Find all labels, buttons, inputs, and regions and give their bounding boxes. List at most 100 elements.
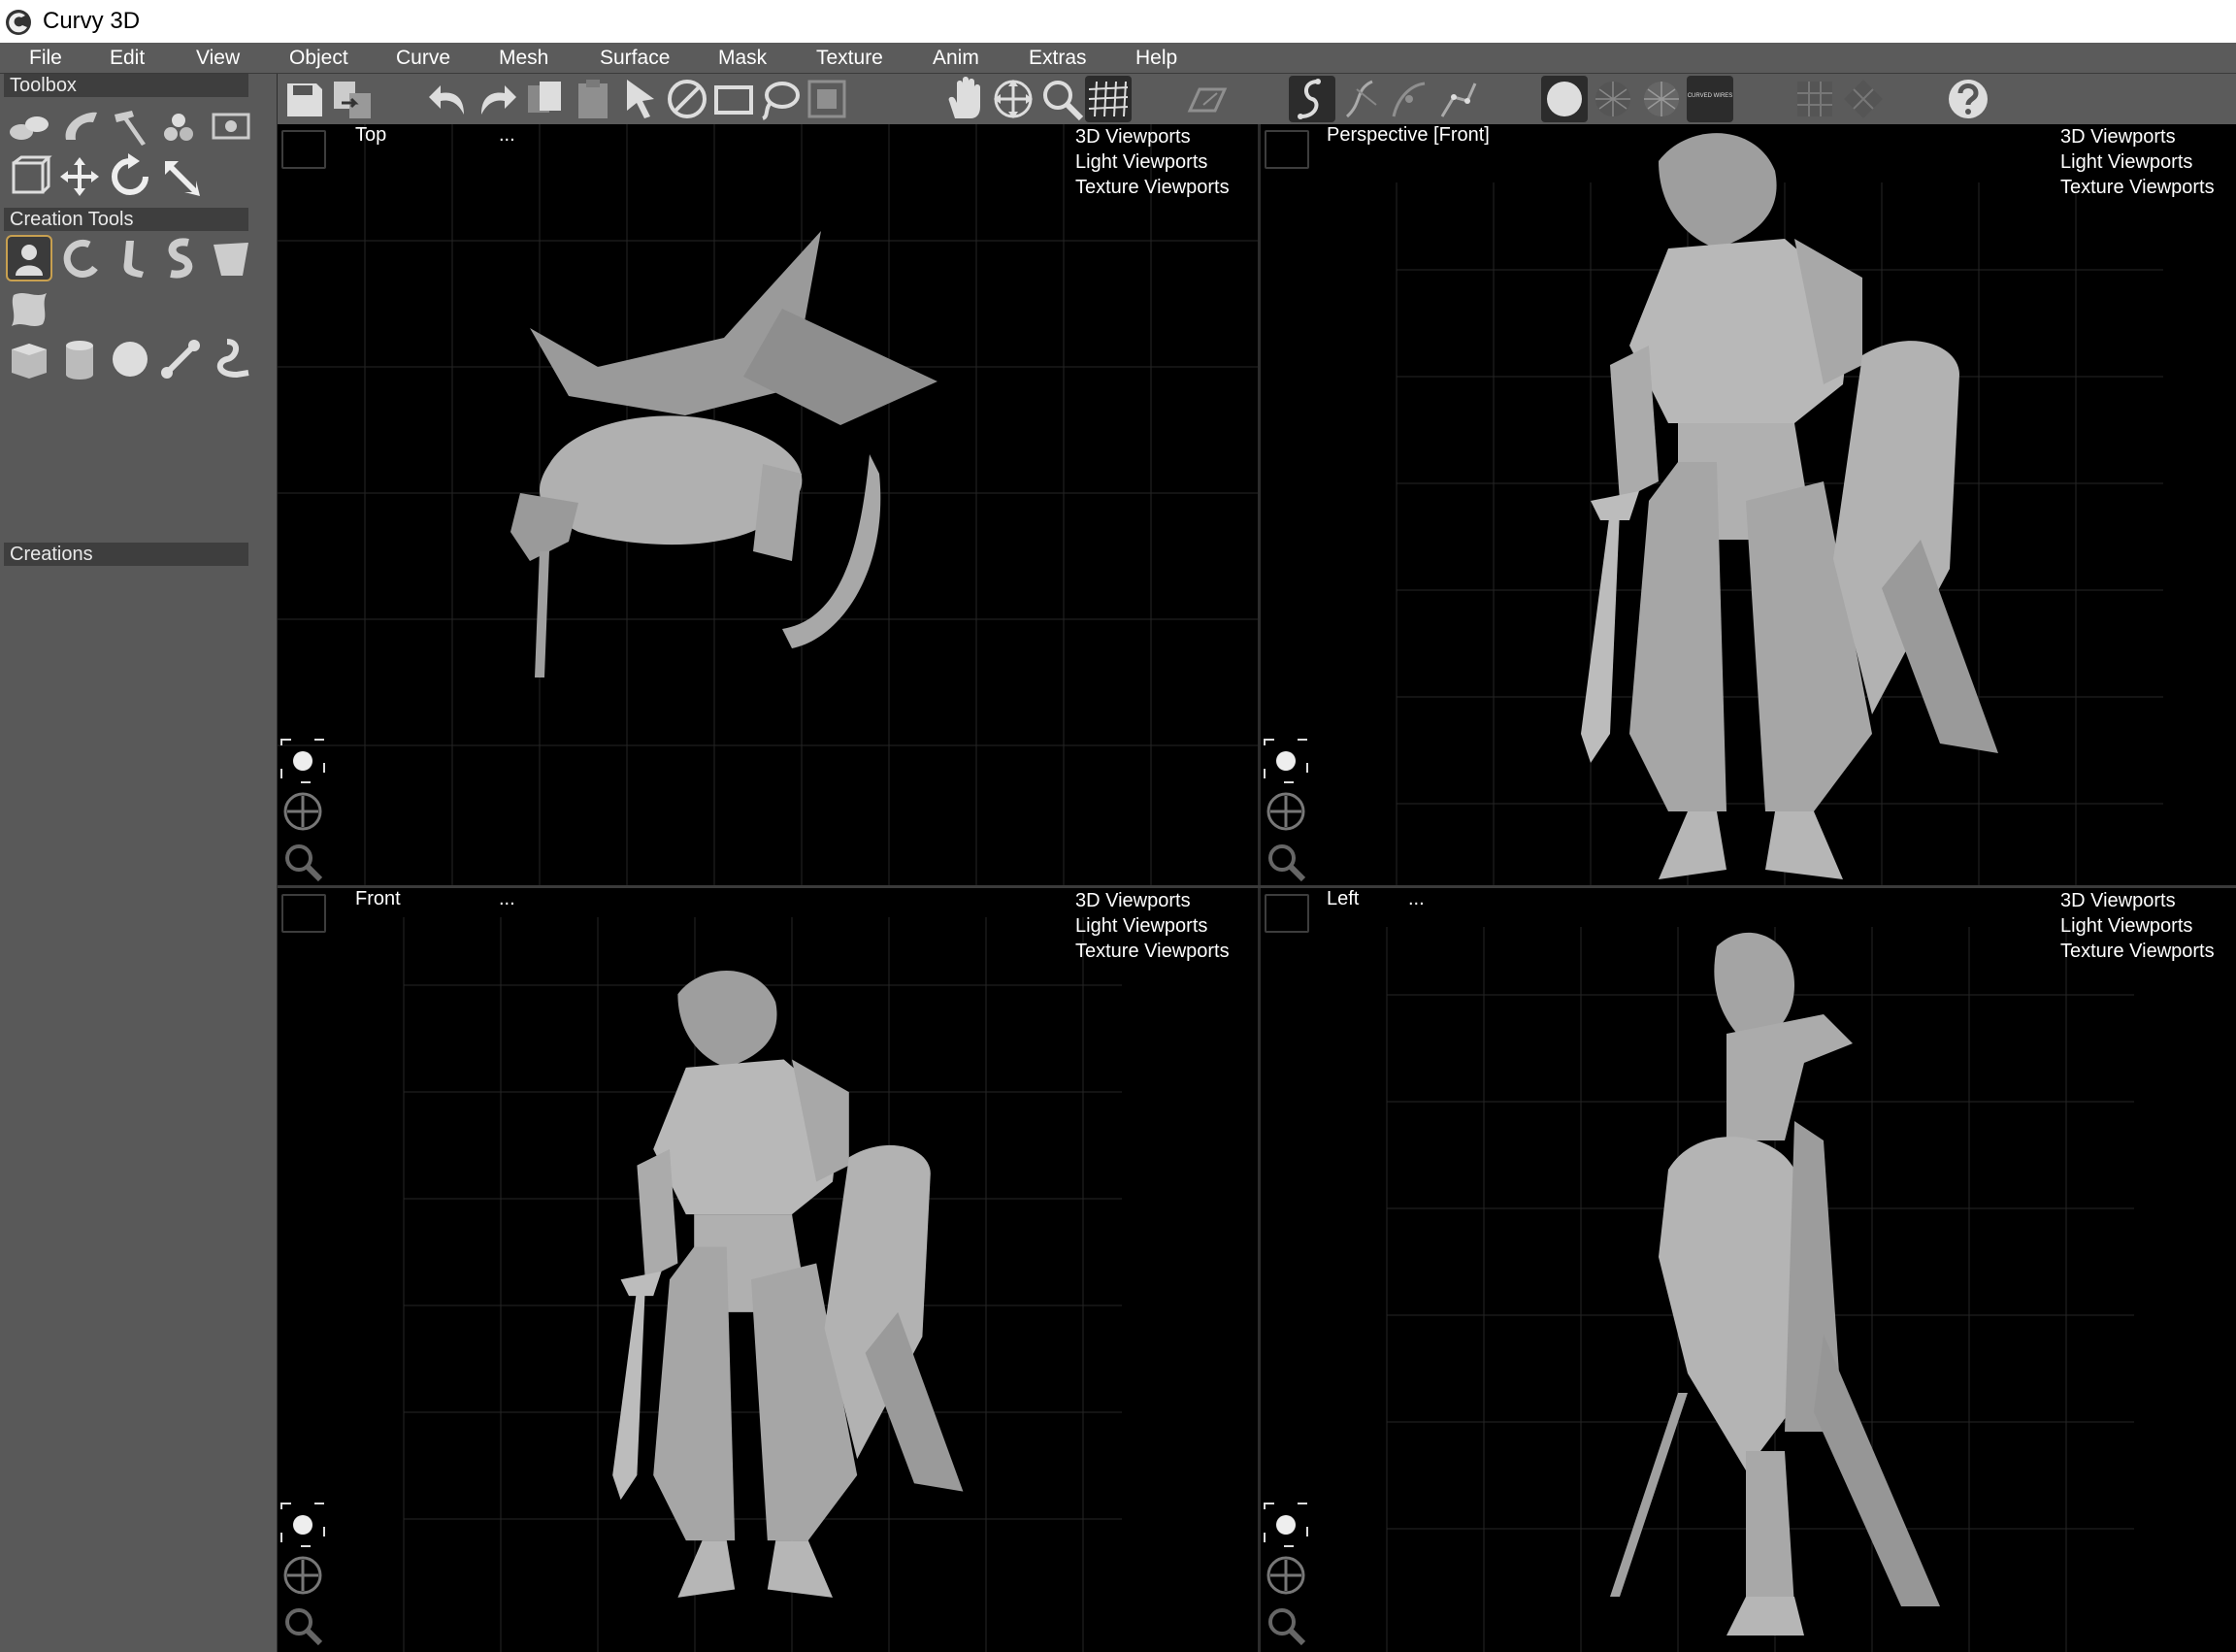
viewport-top-maximize[interactable] [281,130,326,169]
shaded-wire-mode-icon[interactable] [1638,76,1685,122]
menu-mask[interactable]: Mask [712,45,773,72]
zoom-icon[interactable] [1038,76,1085,122]
viewport-perspective[interactable]: Perspective [Front] 3D Viewports Light V… [1261,124,2236,885]
viewport-perspective-pan-icon[interactable] [1263,788,1309,835]
box-select-icon[interactable] [710,76,757,122]
viewport-left-pan-icon[interactable] [1263,1552,1309,1599]
deselect-icon[interactable] [664,76,710,122]
viewport-divider-vertical[interactable] [1258,124,1261,1652]
hammer-icon[interactable] [107,103,153,149]
tube-icon[interactable] [208,336,254,382]
select-objects-icon[interactable] [6,103,52,149]
viewport-top-light-viewports[interactable]: Light Viewports [1075,149,1230,175]
viewport-top-focus-icon[interactable] [280,738,326,784]
curve-edit-icon[interactable] [1337,76,1384,122]
character-model-front-view [612,971,964,1598]
viewport-perspective-zoom-icon[interactable] [1263,839,1309,885]
curvy-logo-icon [6,10,31,35]
sweep-tool-icon[interactable] [157,235,204,281]
viewport-left[interactable]: Left ... 3D Viewports Light Viewports Te… [1261,888,2236,1652]
wireframe-mode-icon[interactable] [1590,76,1636,122]
cylinder-icon[interactable] [56,336,103,382]
menu-curve[interactable]: Curve [390,45,456,72]
viewport-front-zoom-icon[interactable] [280,1602,326,1649]
viewport-front-texture-viewports[interactable]: Texture Viewports [1075,939,1230,964]
viewport-top-3d-viewports[interactable]: 3D Viewports [1075,124,1230,149]
plane-icon[interactable] [1184,76,1231,122]
pipe-tool-icon[interactable] [107,235,153,281]
silhouette-tool-icon[interactable] [6,235,52,281]
menu-view[interactable]: View [190,45,246,72]
curved-wires-mode-icon[interactable]: CURVED WIRES [1687,76,1733,122]
curve-split-icon[interactable] [1434,76,1481,122]
mask-select-icon[interactable] [804,76,850,122]
scale-icon[interactable] [157,153,204,200]
layout-single-icon[interactable] [1792,76,1838,122]
menu-edit[interactable]: Edit [104,45,150,72]
viewport-left-focus-icon[interactable] [1263,1502,1309,1548]
transform-box-icon[interactable] [6,153,52,200]
viewport-left-3d-viewports[interactable]: 3D Viewports [2060,888,2215,913]
undo-icon[interactable] [425,76,472,122]
viewport-top-zoom-icon[interactable] [280,839,326,885]
sphere-icon[interactable] [107,336,153,382]
export-icon[interactable] [330,76,377,122]
menu-anim[interactable]: Anim [927,45,985,72]
viewport-perspective-texture-viewports[interactable]: Texture Viewports [2060,175,2215,200]
move-icon[interactable] [56,153,103,200]
image-plane-icon[interactable] [208,103,254,149]
viewport-perspective-menu: 3D Viewports Light Viewports Texture Vie… [2060,124,2215,200]
extrude-tool-icon[interactable] [208,235,254,281]
cube-icon[interactable] [6,336,52,382]
menu-texture[interactable]: Texture [810,45,889,72]
viewport-left-maximize[interactable] [1265,894,1309,933]
menu-object[interactable]: Object [283,45,354,72]
lathe-tool-icon[interactable] [56,103,103,149]
viewport-perspective-light-viewports[interactable]: Light Viewports [2060,149,2215,175]
bone-icon[interactable] [157,336,204,382]
viewport-left-texture-viewports[interactable]: Texture Viewports [2060,939,2215,964]
creation-tools-header: Creation Tools [4,208,248,231]
redo-icon[interactable] [474,76,520,122]
viewport-top-options[interactable]: ... [499,124,515,147]
viewport-front[interactable]: Front ... 3D Viewports Light Viewports T… [278,888,1258,1652]
viewport-front-focus-icon[interactable] [280,1502,326,1548]
lasso-select-icon[interactable] [757,76,804,122]
help-icon[interactable] [1945,76,1991,122]
viewport-perspective-3d-viewports[interactable]: 3D Viewports [2060,124,2215,149]
shaded-mode-icon[interactable] [1541,76,1588,122]
surface-patch-icon[interactable] [6,285,52,332]
pan-hand-icon[interactable] [941,76,988,122]
viewport-left-zoom-icon[interactable] [1263,1602,1309,1649]
viewport-divider-horizontal[interactable] [278,885,2236,888]
viewport-left-options[interactable]: ... [1408,888,1425,910]
viewport-top-pan-icon[interactable] [280,788,326,835]
copy-icon[interactable] [522,76,569,122]
layout-quad-icon[interactable] [1840,76,1887,122]
viewport-top[interactable]: Top ... 3D Viewports Light Viewports Tex… [278,124,1258,885]
clones-icon[interactable] [157,103,204,149]
select-arrow-icon[interactable] [617,76,664,122]
menu-extras[interactable]: Extras [1023,45,1093,72]
viewport-front-pan-icon[interactable] [280,1552,326,1599]
paste-icon[interactable] [571,76,617,122]
viewport-front-light-viewports[interactable]: Light Viewports [1075,913,1230,939]
menu-help[interactable]: Help [1130,45,1183,72]
curve-draw-icon[interactable] [1289,76,1335,122]
viewport-perspective-maximize[interactable] [1265,130,1309,169]
viewport-front-maximize[interactable] [281,894,326,933]
curve-join-icon[interactable] [1386,76,1432,122]
save-icon[interactable] [281,76,328,122]
viewport-perspective-focus-icon[interactable] [1263,738,1309,784]
menu-file[interactable]: File [23,45,68,72]
viewport-top-texture-viewports[interactable]: Texture Viewports [1075,175,1230,200]
viewport-front-3d-viewports[interactable]: 3D Viewports [1075,888,1230,913]
grid-toggle-icon[interactable] [1085,76,1132,122]
viewport-left-light-viewports[interactable]: Light Viewports [2060,913,2215,939]
menu-mesh[interactable]: Mesh [493,45,554,72]
menu-surface[interactable]: Surface [594,45,675,72]
curve-tool-icon[interactable] [56,235,103,281]
move-view-icon[interactable] [990,76,1036,122]
viewport-front-options[interactable]: ... [499,888,515,910]
rotate-icon[interactable] [107,153,153,200]
